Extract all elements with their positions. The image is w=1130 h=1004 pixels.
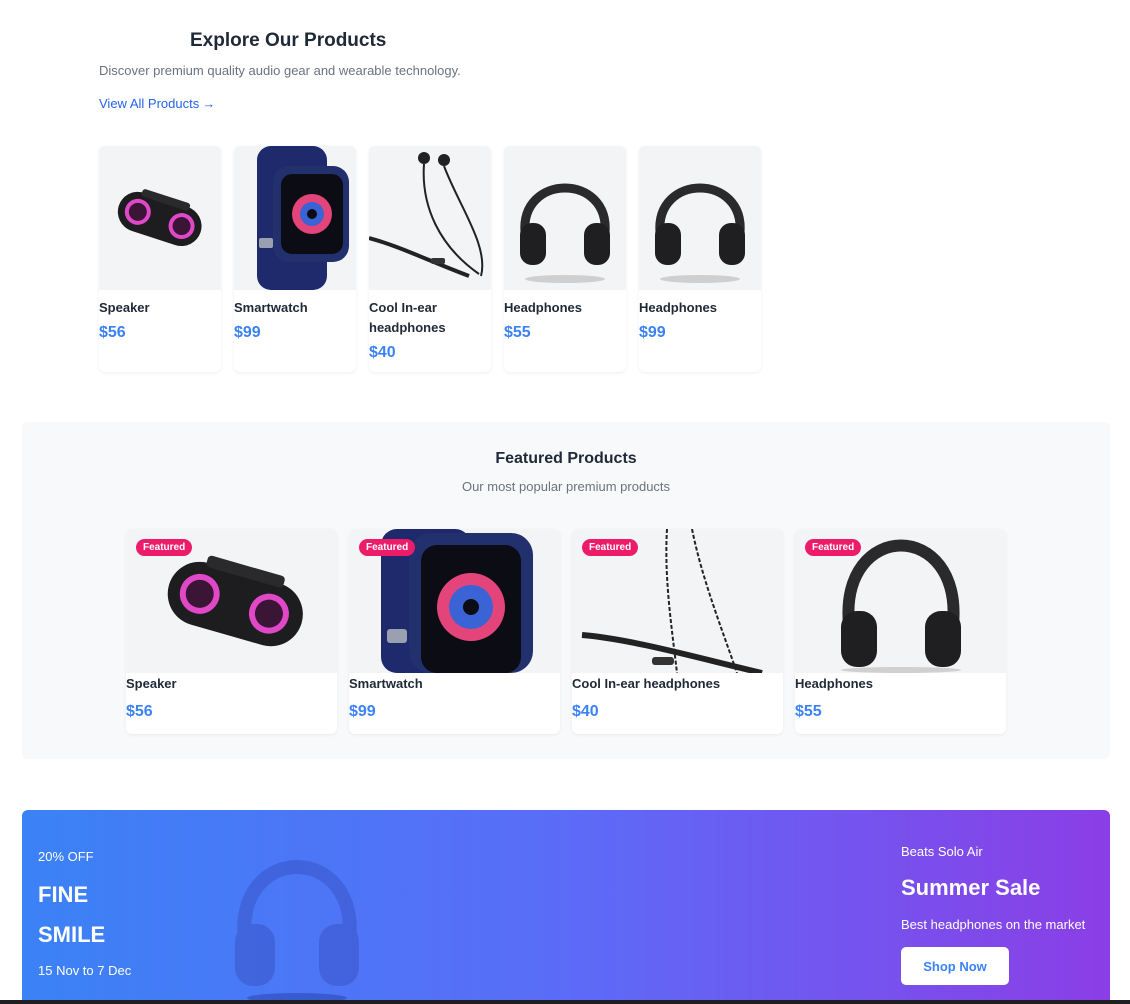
featured-subtitle: Our most popular premium products bbox=[461, 479, 671, 494]
banner-brand: Beats Solo Air bbox=[901, 844, 983, 859]
banner-title: Summer Sale bbox=[901, 875, 1041, 900]
product-name: Speaker bbox=[126, 676, 177, 691]
arrow-right-icon: → bbox=[202, 96, 216, 111]
product-name: Cool In-ear headphones bbox=[369, 300, 446, 335]
featured-section: Featured Products Our most popular premi… bbox=[22, 422, 1110, 759]
product-name: Cool In-ear headphones bbox=[572, 676, 721, 691]
product-card[interactable]: Headphones $55 bbox=[504, 146, 626, 372]
product-price: $40 bbox=[369, 344, 396, 361]
smartwatch-image: Featured bbox=[349, 529, 560, 673]
product-name: Headphones bbox=[795, 676, 874, 691]
banner-headline-line1: FINE bbox=[38, 882, 89, 907]
featured-badge: Featured bbox=[805, 539, 862, 556]
shop-now-button[interactable]: Shop Now bbox=[901, 947, 1009, 985]
headphones-image bbox=[639, 146, 761, 290]
product-price: $56 bbox=[99, 324, 126, 341]
product-price: $55 bbox=[504, 324, 531, 341]
product-name: Headphones bbox=[504, 300, 583, 315]
earphones-image bbox=[369, 146, 491, 290]
product-name: Headphones bbox=[639, 300, 718, 315]
product-card[interactable]: Headphones $99 bbox=[639, 146, 761, 372]
smartwatch-image bbox=[234, 146, 356, 290]
speaker-image bbox=[99, 146, 221, 290]
speaker-image: Featured bbox=[126, 529, 337, 673]
featured-product-card[interactable]: Featured Headphones $55 bbox=[795, 529, 1006, 734]
explore-product-grid: Speaker $56 Smartwatch $99 Cool In-ear h… bbox=[99, 146, 761, 372]
featured-badge: Featured bbox=[582, 539, 639, 556]
product-name: Smartwatch bbox=[234, 300, 308, 315]
featured-badge: Featured bbox=[359, 539, 416, 556]
banner-headline-line2: SMILE bbox=[38, 922, 106, 947]
featured-product-card[interactable]: Featured Cool In-ear headphones $40 bbox=[572, 529, 783, 734]
product-price: $99 bbox=[234, 324, 261, 341]
product-name: Speaker bbox=[99, 300, 150, 315]
featured-badge: Featured bbox=[136, 539, 193, 556]
view-all-products-link[interactable]: View All Products → bbox=[99, 96, 215, 111]
explore-subtitle: Discover premium quality audio gear and … bbox=[99, 63, 461, 78]
view-all-label: View All Products bbox=[99, 96, 200, 111]
product-price: $99 bbox=[349, 703, 376, 720]
product-price: $99 bbox=[639, 324, 666, 341]
headphones-image bbox=[227, 832, 367, 1004]
product-card[interactable]: Speaker $56 bbox=[99, 146, 221, 372]
headphones-image: Featured bbox=[795, 529, 1006, 673]
featured-title: Featured Products bbox=[495, 450, 637, 467]
banner-description: Best headphones on the market bbox=[901, 917, 1086, 932]
banner-dates: 15 Nov to 7 Dec bbox=[38, 963, 132, 978]
bottom-divider bbox=[0, 1000, 1130, 1004]
earphones-image: Featured bbox=[572, 529, 783, 673]
product-name: Smartwatch bbox=[349, 676, 423, 691]
product-price: $56 bbox=[126, 703, 153, 720]
banner-discount: 20% OFF bbox=[38, 849, 94, 864]
product-card[interactable]: Cool In-ear headphones $40 bbox=[369, 146, 491, 372]
featured-product-card[interactable]: Featured Speaker $56 bbox=[126, 529, 337, 734]
product-card[interactable]: Smartwatch $99 bbox=[234, 146, 356, 372]
explore-title: Explore Our Products bbox=[190, 30, 387, 51]
headphones-image bbox=[504, 146, 626, 290]
product-price: $55 bbox=[795, 703, 822, 720]
featured-product-grid: Featured Speaker $56 Featured Smartwatch… bbox=[126, 529, 1006, 734]
product-price: $40 bbox=[572, 703, 599, 720]
featured-product-card[interactable]: Featured Smartwatch $99 bbox=[349, 529, 560, 734]
promo-banner: 20% OFF FINE SMILE 15 Nov to 7 Dec Beats… bbox=[22, 810, 1110, 1004]
